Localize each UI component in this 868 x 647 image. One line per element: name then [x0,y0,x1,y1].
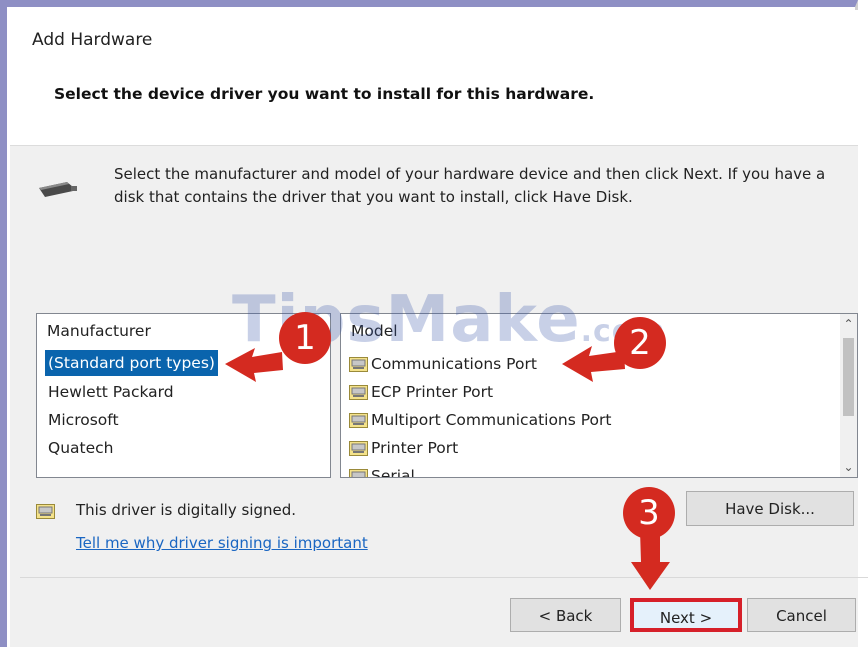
scroll-up-arrow-icon[interactable]: ⌃ [840,314,857,334]
back-button[interactable]: < Back [510,598,621,632]
instructions-text: Select the manufacturer and model of you… [114,165,826,206]
next-button[interactable]: Next > [630,598,742,632]
model-item-serial[interactable]: Serial [349,463,415,478]
manufacturer-item-quatech[interactable]: Quatech [45,435,116,461]
signed-driver-icon [36,504,55,519]
driver-icon [349,413,368,428]
have-disk-button[interactable]: Have Disk... [686,491,854,526]
model-item-multiport-communications-port[interactable]: Multiport Communications Port [349,407,612,433]
scroll-thumb[interactable] [843,338,854,416]
manufacturer-item-microsoft[interactable]: Microsoft [45,407,122,433]
model-item-label: Serial [371,467,415,478]
dialog-body: Select the manufacturer and model of you… [10,146,868,647]
annotation-badge-2: 2 [614,317,666,369]
dialog-header: Add Hardware Select the device driver yo… [10,10,858,146]
model-item-label: Multiport Communications Port [371,411,612,429]
model-item-ecp-printer-port[interactable]: ECP Printer Port [349,379,493,405]
driver-signing-link[interactable]: Tell me why driver signing is important [76,534,368,552]
driver-icon [349,385,368,400]
model-item-label: ECP Printer Port [371,383,494,401]
model-item-printer-port[interactable]: Printer Port [349,435,458,461]
manufacturer-list-header: Manufacturer [47,322,151,340]
model-item-label: Communications Port [371,355,537,373]
manufacturer-item-standard-port-types[interactable]: (Standard port types) [45,350,218,376]
hardware-device-icon [39,182,77,197]
driver-icon [349,469,368,477]
driver-icon [349,441,368,456]
manufacturer-item-hewlett-packard[interactable]: Hewlett Packard [45,379,177,405]
footer-separator [20,577,868,578]
scroll-down-arrow-icon[interactable]: ⌄ [840,457,857,477]
signing-status-text: This driver is digitally signed. [76,501,297,519]
page-title: Select the device driver you want to ins… [54,85,595,103]
model-item-label: Printer Port [371,439,459,457]
window-title: Add Hardware [32,30,153,50]
model-list-scrollbar[interactable]: ⌃ ⌄ [840,314,857,477]
cancel-button[interactable]: Cancel [747,598,856,632]
annotation-badge-1: 1 [279,312,331,364]
driver-icon [349,357,368,372]
annotation-badge-3: 3 [623,487,675,539]
